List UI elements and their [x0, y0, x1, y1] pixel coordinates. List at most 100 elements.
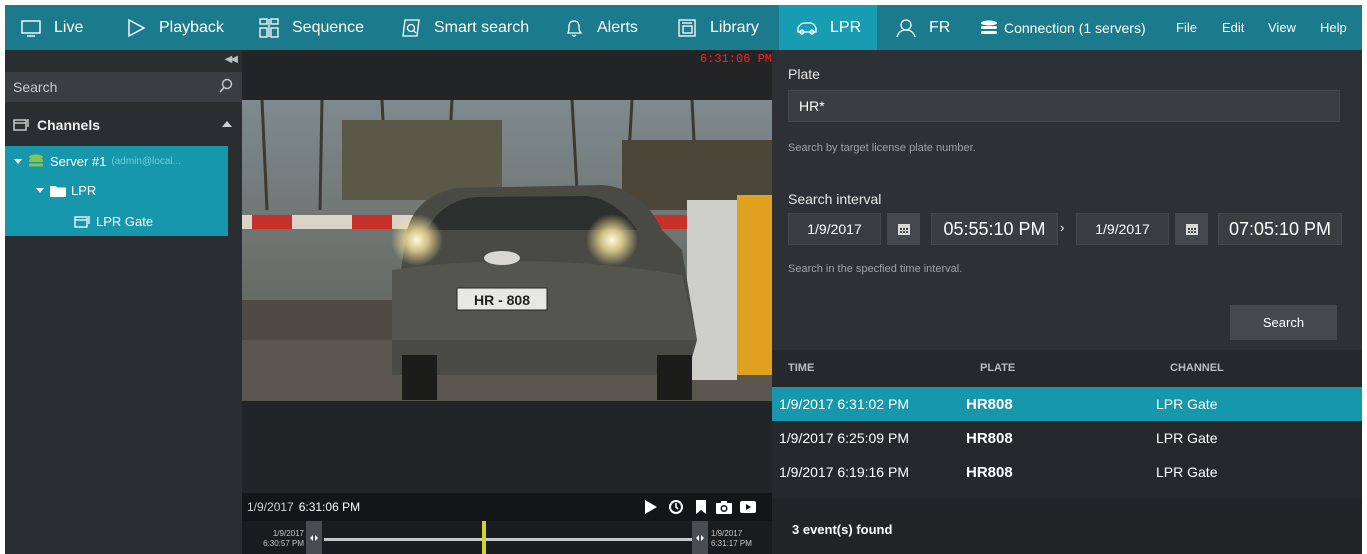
clock-icon[interactable]	[667, 499, 685, 515]
timeline-end-time: 6:31:17 PM	[711, 539, 752, 548]
drag-arrows-icon	[310, 535, 318, 541]
bell-icon	[566, 19, 583, 37]
timeline-start-date: 1/9/2017	[272, 529, 304, 538]
channels-panel: ◀◀ Channels Server #1 (admin@local... LP…	[5, 50, 242, 554]
nav-library[interactable]: Library	[676, 5, 759, 50]
results-table: TIME PLATE CHANNEL 1/9/2017 6:31:02 PM H…	[772, 350, 1362, 498]
to-date-field[interactable]: 1/9/2017	[1076, 213, 1169, 245]
nav-fr[interactable]: FR	[895, 5, 950, 50]
camera-footage-image: HR - 808	[242, 100, 772, 401]
column-header-time[interactable]: TIME	[788, 362, 814, 374]
nav-live-label: Live	[54, 18, 84, 36]
channels-title: Channels	[37, 117, 101, 133]
menu-edit[interactable]: Edit	[1222, 5, 1244, 50]
tree-channel-lpr-gate[interactable]: LPR Gate	[74, 208, 153, 234]
play-button-icon[interactable]	[642, 499, 660, 515]
monitor-icon	[21, 19, 41, 37]
expand-arrow-icon[interactable]	[36, 187, 44, 193]
from-calendar-button[interactable]	[887, 213, 920, 245]
menu-help[interactable]: Help	[1320, 5, 1347, 50]
calendar-icon	[897, 224, 910, 235]
nav-lpr[interactable]: LPR	[779, 5, 877, 50]
search-box	[5, 72, 242, 102]
from-date-field[interactable]: 1/9/2017	[788, 213, 881, 245]
video-frame[interactable]: HR - 808	[242, 100, 772, 401]
nav-alerts-label: Alerts	[597, 18, 638, 36]
search-button[interactable]: Search	[1230, 305, 1337, 340]
nav-connection[interactable]: Connection (1 servers)	[980, 5, 1146, 50]
channel-tree: Server #1 (admin@local... LPR LPR Gate	[5, 146, 228, 236]
server-stack-icon	[981, 20, 997, 34]
to-calendar-button[interactable]	[1175, 213, 1208, 245]
timeline-right-handle[interactable]	[692, 521, 708, 554]
row-channel: LPR Gate	[1156, 396, 1218, 412]
table-row[interactable]: 1/9/2017 6:25:09 PM HR808 LPR Gate	[772, 421, 1362, 455]
app-window: Live Playback Sequence Smart search Aler…	[5, 5, 1362, 554]
library-icon	[678, 18, 696, 37]
calendar-icon	[1185, 224, 1198, 235]
column-header-plate[interactable]: PLATE	[980, 362, 1015, 374]
expand-arrow-icon[interactable]	[14, 158, 22, 164]
plate-label: Plate	[788, 66, 820, 82]
timeline-left-handle[interactable]	[306, 521, 322, 554]
search-input[interactable]	[13, 72, 208, 102]
row-time: 1/9/2017 6:19:16 PM	[779, 464, 909, 480]
to-time-field[interactable]: 07:05:10 PM	[1218, 213, 1342, 245]
export-video-icon[interactable]	[739, 499, 757, 515]
column-header-channel[interactable]: CHANNEL	[1170, 362, 1224, 374]
menu-file[interactable]: File	[1176, 5, 1197, 50]
bookmark-icon[interactable]	[692, 499, 710, 515]
snapshot-camera-icon[interactable]	[715, 499, 733, 515]
interval-hint: Search in the specfied time interval.	[788, 263, 963, 275]
nav-sequence[interactable]: Sequence	[258, 5, 364, 50]
row-plate: HR808	[966, 396, 1013, 413]
camera-channel-icon	[74, 215, 90, 228]
nav-smart-search[interactable]: Smart search	[400, 5, 529, 50]
from-time-field[interactable]: 05:55:10 PM	[931, 213, 1058, 245]
drag-arrows-icon	[696, 535, 704, 541]
nav-smart-search-label: Smart search	[434, 18, 530, 36]
nav-library-label: Library	[710, 18, 759, 36]
tree-folder-lpr[interactable]: LPR	[36, 177, 96, 203]
play-icon	[128, 18, 146, 37]
nav-live[interactable]: Live	[20, 5, 83, 50]
table-row[interactable]: 1/9/2017 6:31:02 PM HR808 LPR Gate	[772, 387, 1362, 421]
collapse-panel-icon[interactable]: ◀◀	[225, 54, 238, 65]
server-icon	[29, 154, 43, 167]
smart-search-icon	[402, 18, 420, 37]
timeline-end-date: 1/9/2017	[711, 529, 743, 538]
plate-hint: Search by target license plate number.	[788, 142, 976, 154]
timeline-end: 1/9/2017 6:31:17 PM	[711, 529, 752, 549]
menu-view[interactable]: View	[1268, 5, 1296, 50]
nav-alerts[interactable]: Alerts	[563, 5, 638, 50]
tree-server[interactable]: Server #1 (admin@local...	[14, 148, 181, 174]
timeline-start-time: 6:30:57 PM	[263, 539, 304, 548]
nav-lpr-label: LPR	[830, 18, 862, 36]
playback-controls: 1/9/2017 6:31:06 PM	[242, 493, 772, 521]
collapse-caret-icon[interactable]	[222, 121, 232, 127]
server-user: (admin@local...	[111, 155, 181, 167]
timeline-track[interactable]	[324, 538, 692, 541]
row-channel: LPR Gate	[1156, 430, 1218, 446]
top-nav-bar: Live Playback Sequence Smart search Aler…	[5, 5, 1362, 50]
timeline[interactable]: 1/9/2017 6:30:57 PM 1/9/2017 6:31:17 PM	[242, 521, 772, 554]
row-plate: HR808	[966, 464, 1013, 481]
nav-playback-label: Playback	[159, 18, 224, 36]
channels-icon	[13, 119, 29, 131]
timeline-cursor[interactable]	[482, 521, 486, 554]
nav-playback[interactable]: Playback	[125, 5, 224, 50]
server-label: Server #1	[50, 153, 107, 169]
results-footer: 3 event(s) found	[772, 498, 1362, 554]
current-time: 6:31:06 PM	[298, 500, 361, 514]
channels-header[interactable]: Channels	[5, 110, 242, 140]
car-icon	[797, 21, 817, 35]
row-plate: HR808	[966, 430, 1013, 447]
nav-fr-label: FR	[929, 18, 951, 36]
search-icon[interactable]	[218, 78, 234, 94]
nav-sequence-label: Sequence	[292, 18, 365, 36]
range-arrow-icon: ›	[1060, 220, 1065, 235]
lpr-search-panel: Plate Search by target license plate num…	[772, 50, 1362, 554]
table-row[interactable]: 1/9/2017 6:19:16 PM HR808 LPR Gate	[772, 455, 1362, 489]
plate-input[interactable]	[788, 90, 1340, 122]
row-time: 1/9/2017 6:25:09 PM	[779, 430, 909, 446]
